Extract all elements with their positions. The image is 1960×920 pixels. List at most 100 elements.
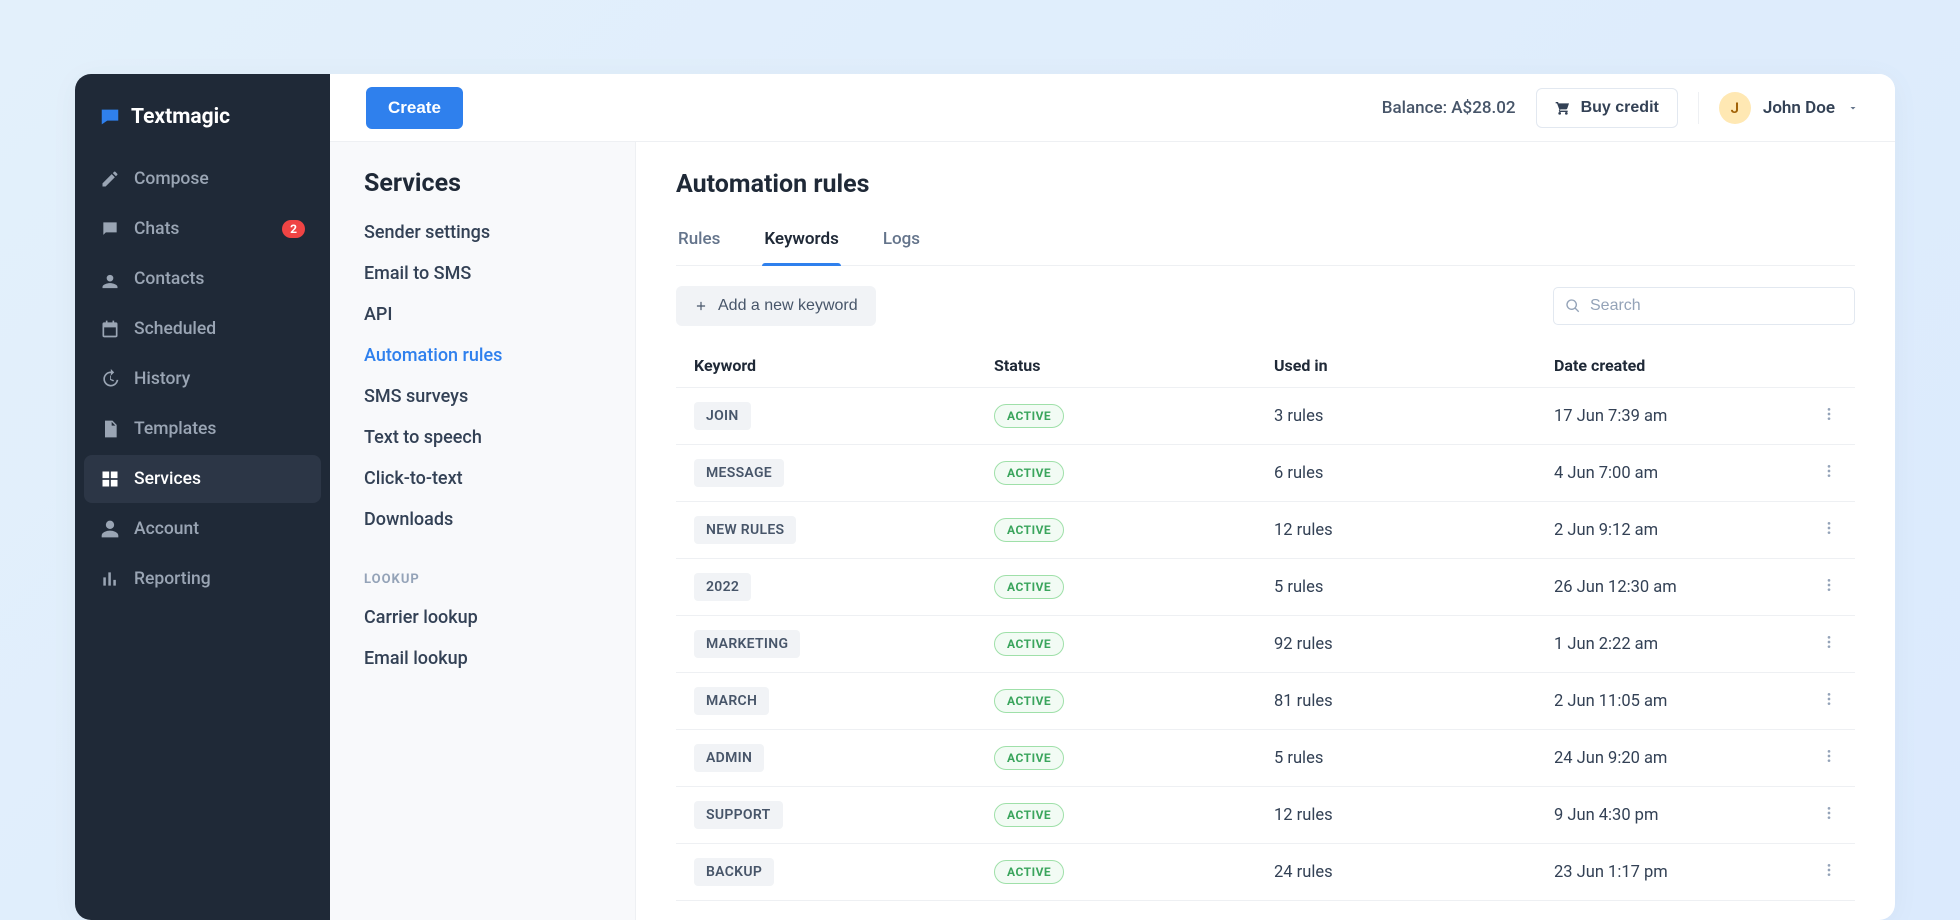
table-row[interactable]: MESSAGEACTIVE6 rules4 Jun 7:00 am [676, 445, 1855, 502]
table-row[interactable]: ADMINACTIVE5 rules24 Jun 9:20 am [676, 730, 1855, 787]
more-icon[interactable] [1821, 406, 1837, 422]
date-cell: 1 Jun 2:22 am [1536, 616, 1803, 673]
more-icon[interactable] [1821, 805, 1837, 821]
search-input[interactable] [1553, 287, 1855, 325]
history-icon [100, 369, 120, 389]
service-item[interactable]: Email lookup [364, 648, 601, 669]
service-item[interactable]: API [364, 304, 601, 325]
used-in-cell: 92 rules [1256, 616, 1536, 673]
more-icon[interactable] [1821, 577, 1837, 593]
sidebar-item-label: Services [134, 469, 201, 489]
sidebar-item-label: Scheduled [134, 319, 216, 339]
keyword-pill: JOIN [694, 402, 751, 430]
sidebar-item-label: Reporting [134, 569, 211, 589]
table-row[interactable]: MARKETINGACTIVE92 rules1 Jun 2:22 am [676, 616, 1855, 673]
sidebar-item-reporting[interactable]: Reporting [84, 555, 321, 603]
date-cell: 4 Jun 7:00 am [1536, 445, 1803, 502]
user-menu[interactable]: J John Doe [1719, 92, 1859, 124]
sidebar-item-services[interactable]: Services [84, 455, 321, 503]
status-badge: ACTIVE [994, 632, 1064, 656]
table-row[interactable]: MARCHACTIVE81 rules2 Jun 11:05 am [676, 673, 1855, 730]
plus-icon [694, 299, 708, 313]
service-item[interactable]: SMS surveys [364, 386, 601, 407]
column-header: Keyword [676, 344, 976, 388]
user-name: John Doe [1763, 98, 1835, 118]
keyword-pill: 2022 [694, 573, 751, 601]
contacts-icon [100, 269, 120, 289]
table-row[interactable]: SUPPORTACTIVE12 rules9 Jun 4:30 pm [676, 787, 1855, 844]
main: Automation rules RulesKeywordsLogs Add a… [636, 142, 1895, 920]
buy-credit-label: Buy credit [1581, 99, 1659, 117]
used-in-cell: 12 rules [1256, 502, 1536, 559]
sidebar-item-history[interactable]: History [84, 355, 321, 403]
sidebar-item-label: Compose [134, 169, 209, 189]
brand: Textmagic [75, 94, 330, 155]
sidebar-item-account[interactable]: Account [84, 505, 321, 553]
balance-text: Balance: A$28.02 [1382, 98, 1516, 118]
table-row[interactable]: BACKUPACTIVE24 rules23 Jun 1:17 pm [676, 844, 1855, 901]
sidebar-item-templates[interactable]: Templates [84, 405, 321, 453]
used-in-cell: 6 rules [1256, 445, 1536, 502]
add-keyword-label: Add a new keyword [718, 297, 858, 315]
sidebar-item-label: History [134, 369, 190, 389]
column-header: Used in [1256, 344, 1536, 388]
tab-keywords[interactable]: Keywords [762, 219, 840, 265]
service-item[interactable]: Automation rules [364, 345, 601, 366]
keyword-pill: MESSAGE [694, 459, 784, 487]
date-cell: 23 Jun 1:17 pm [1536, 844, 1803, 901]
sidebar-item-label: Account [134, 519, 199, 539]
sidebar-item-compose[interactable]: Compose [84, 155, 321, 203]
used-in-cell: 5 rules [1256, 559, 1536, 616]
table-row[interactable]: 2022 ACTIVE 5 rules26 Jun 12:30 am [676, 559, 1855, 616]
status-badge: ACTIVE [994, 575, 1064, 599]
search-icon [1565, 298, 1581, 314]
keyword-pill: ADMIN [694, 744, 764, 772]
tab-logs[interactable]: Logs [881, 219, 922, 265]
chevron-down-icon [1847, 102, 1859, 114]
sidebar-item-chats[interactable]: Chats2 [84, 205, 321, 253]
create-button[interactable]: Create [366, 87, 463, 129]
templates-icon [100, 419, 120, 439]
column-header: Status [976, 344, 1256, 388]
more-icon[interactable] [1821, 463, 1837, 479]
date-cell: 2 Jun 11:05 am [1536, 673, 1803, 730]
app-shell: Create Balance: A$28.02 Buy credit J Joh… [75, 74, 1895, 920]
status-badge: ACTIVE [994, 860, 1064, 884]
services-list: Sender settings Email to SMS API Automation… [364, 222, 601, 669]
more-icon[interactable] [1821, 634, 1837, 650]
more-icon[interactable] [1821, 862, 1837, 878]
toolbar: Add a new keyword [676, 286, 1855, 326]
sidebar-item-label: Templates [134, 419, 216, 439]
more-icon[interactable] [1821, 748, 1837, 764]
buy-credit-button[interactable]: Buy credit [1536, 88, 1678, 128]
date-cell: 24 Jun 9:20 am [1536, 730, 1803, 787]
table-row[interactable]: JOINACTIVE3 rules17 Jun 7:39 am [676, 388, 1855, 445]
sidebar-item-contacts[interactable]: Contacts [84, 255, 321, 303]
keyword-pill: NEW RULES [694, 516, 796, 544]
sidebar-item-label: Chats [134, 219, 179, 239]
service-item[interactable]: Carrier lookup [364, 607, 601, 628]
sidebar-item-scheduled[interactable]: Scheduled [84, 305, 321, 353]
brand-logo-icon [99, 106, 121, 128]
avatar: J [1719, 92, 1751, 124]
compose-icon [100, 169, 120, 189]
column-header: Date created [1536, 344, 1803, 388]
more-icon[interactable] [1821, 520, 1837, 536]
table-row[interactable]: NEW RULESACTIVE12 rules2 Jun 9:12 am [676, 502, 1855, 559]
date-cell: 26 Jun 12:30 am [1536, 559, 1803, 616]
brand-name: Textmagic [131, 105, 230, 129]
service-item[interactable]: Sender settings [364, 222, 601, 243]
calendar-icon [100, 319, 120, 339]
search-wrap [1553, 287, 1855, 325]
sidebar: Textmagic Compose Chats2Contacts Scheduled… [75, 74, 330, 920]
service-item[interactable]: Click-to-text [364, 468, 601, 489]
service-item[interactable]: Downloads [364, 509, 601, 530]
tab-rules[interactable]: Rules [676, 219, 722, 265]
status-badge: ACTIVE [994, 689, 1064, 713]
more-icon[interactable] [1821, 691, 1837, 707]
add-keyword-button[interactable]: Add a new keyword [676, 286, 876, 326]
service-item[interactable]: Text to speech [364, 427, 601, 448]
account-icon [100, 519, 120, 539]
status-badge: ACTIVE [994, 803, 1064, 827]
service-item[interactable]: Email to SMS [364, 263, 601, 284]
